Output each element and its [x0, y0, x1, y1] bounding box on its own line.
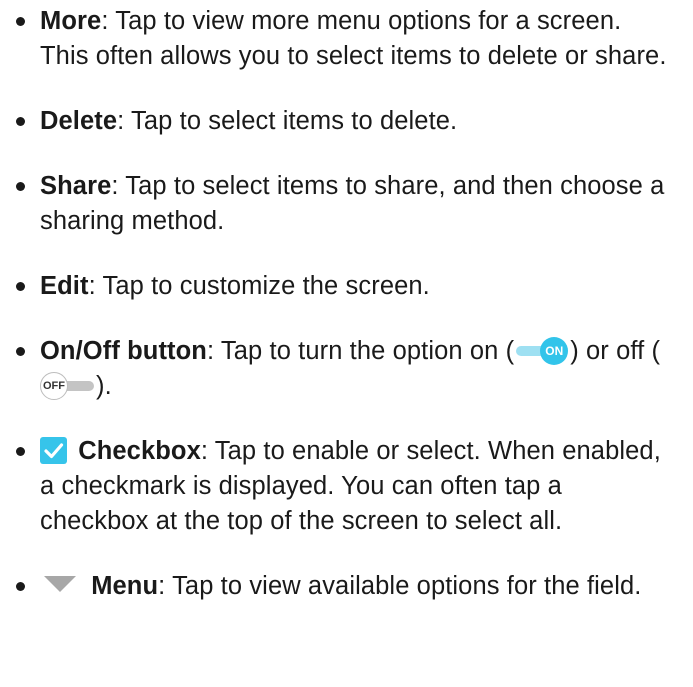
bullet-icon	[16, 347, 25, 356]
description-on-off-part3: ).	[96, 372, 112, 400]
description-on-off-part2: ) or off (	[570, 337, 661, 365]
description-edit: : Tap to customize the screen.	[88, 272, 430, 300]
bullet-icon	[16, 582, 25, 591]
description-share: : Tap to select items to share, and then…	[40, 172, 665, 235]
bullet-icon	[16, 182, 25, 191]
list-item-checkbox: Checkbox: Tap to enable or select. When …	[16, 434, 676, 539]
toggle-on-label: ON	[540, 337, 569, 365]
list-item-menu: Menu: Tap to view available options for …	[16, 569, 676, 604]
term-menu: Menu	[91, 572, 159, 600]
term-more: More	[40, 7, 102, 35]
term-edit: Edit	[40, 272, 89, 300]
list-item-share: Share: Tap to select items to share, and…	[16, 169, 676, 239]
list-item-delete: Delete: Tap to select items to delete.	[16, 104, 676, 139]
definition-list: More: Tap to view more menu options for …	[16, 0, 676, 604]
bullet-icon	[16, 117, 25, 126]
term-checkbox: Checkbox	[78, 437, 201, 465]
toggle-off-label: OFF	[40, 372, 68, 400]
description-more: : Tap to view more menu options for a sc…	[40, 7, 667, 70]
term-on-off-button: On/Off button	[40, 337, 207, 365]
bullet-icon	[16, 282, 25, 291]
toggle-off-icon: OFF	[40, 372, 96, 400]
list-item-edit: Edit: Tap to customize the screen.	[16, 269, 676, 304]
list-item-more: More: Tap to view more menu options for …	[16, 4, 676, 74]
checkbox-icon	[40, 437, 67, 464]
term-share: Share	[40, 172, 112, 200]
bullet-icon	[16, 447, 25, 456]
toggle-on-icon: ON	[514, 337, 570, 365]
dropdown-triangle-icon	[40, 574, 80, 594]
description-on-off-part1: : Tap to turn the option on (	[207, 337, 515, 365]
bullet-icon	[16, 17, 25, 26]
list-item-on-off-button: On/Off button: Tap to turn the option on…	[16, 334, 676, 404]
description-menu: : Tap to view available options for the …	[158, 572, 642, 600]
term-delete: Delete	[40, 107, 118, 135]
description-delete: : Tap to select items to delete.	[117, 107, 458, 135]
